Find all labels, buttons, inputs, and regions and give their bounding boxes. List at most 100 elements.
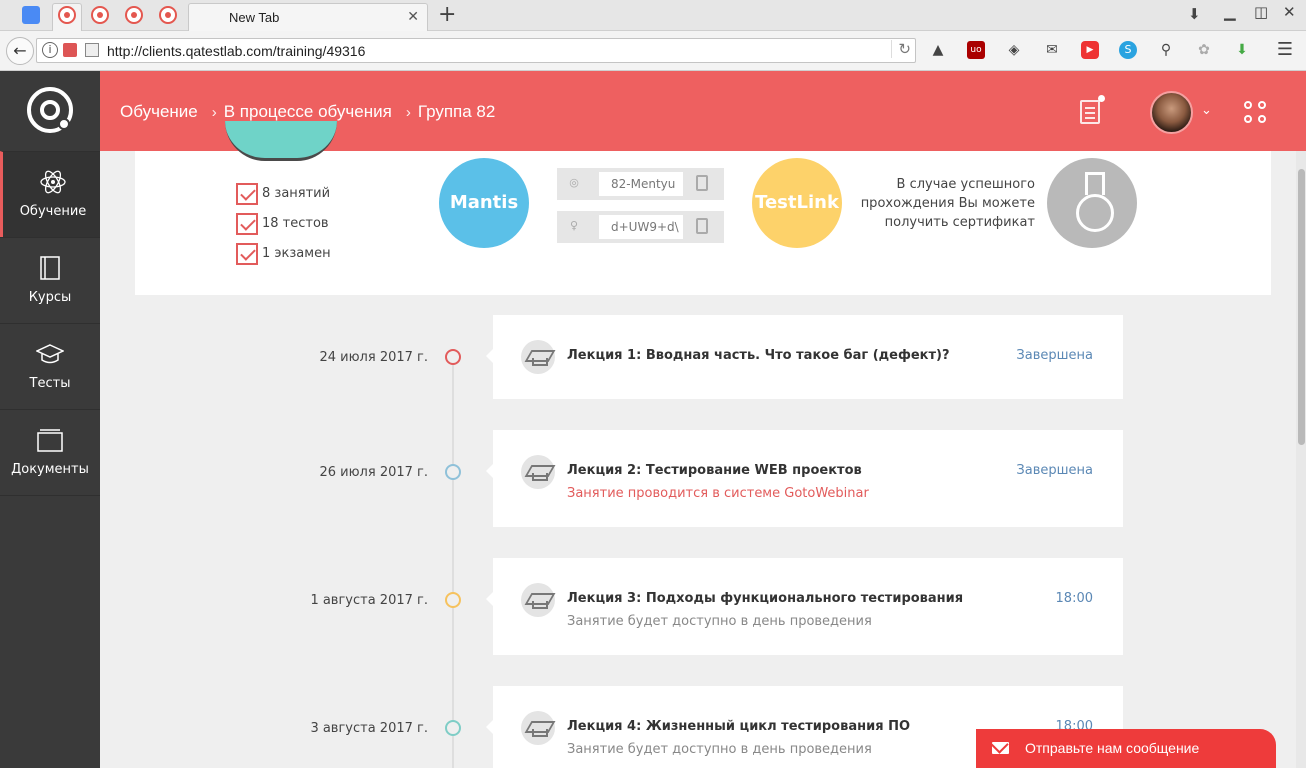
browser-toolbar: ← i http://clients.qatestlab.com/trainin…	[0, 31, 1306, 71]
lecture-title[interactable]: Лекция 4: Жизненный цикл тестирования ПО	[567, 719, 910, 734]
timeline-dot	[445, 592, 461, 608]
timeline-dot	[445, 349, 461, 365]
breadcrumb-item[interactable]: Обучение	[120, 102, 198, 121]
login-field: ◎ 82-Mentyu	[557, 168, 724, 200]
ublock-icon[interactable]: uo	[967, 41, 985, 59]
info-icon[interactable]: i	[42, 42, 58, 58]
certificate-line: В случае успешного	[896, 177, 1035, 192]
certificate-line: прохождения Вы можете	[860, 196, 1035, 211]
lecture-date: 26 июля 2017 г.	[319, 465, 428, 480]
reload-icon[interactable]: ↻	[891, 40, 911, 58]
lecture-status: 18:00	[1055, 591, 1093, 606]
graduation-cap-icon	[521, 455, 555, 489]
envelope-icon	[992, 742, 1009, 754]
search-icon[interactable]: ⚲	[1157, 41, 1175, 59]
browser-tab-new-tab[interactable]: New Tab ✕	[188, 3, 428, 31]
lecture-title[interactable]: Лекция 1: Вводная часть. Что такое баг (…	[567, 348, 950, 363]
login-value[interactable]: 82-Mentyu	[599, 172, 683, 196]
skype-icon[interactable]: S	[1119, 41, 1137, 59]
checkbox-icon	[236, 183, 258, 205]
lecture-subtitle: Занятие будет доступно в день проведения	[567, 614, 872, 629]
password-value[interactable]: d+UW9+d\	[599, 215, 683, 239]
lecture-status[interactable]: Завершена	[1016, 463, 1093, 478]
lecture-date: 3 августа 2017 г.	[310, 721, 428, 736]
sidebar-item-label: Обучение	[19, 204, 87, 219]
sidebar-item-courses[interactable]: Курсы	[0, 237, 100, 323]
lecture-card[interactable]: Лекция 3: Подходы функционального тестир…	[486, 558, 1123, 655]
close-tab-icon[interactable]: ✕	[407, 9, 419, 25]
breadcrumb-separator: ›	[405, 104, 411, 121]
book-icon	[40, 256, 60, 280]
notification-dot	[1098, 95, 1105, 102]
timeline-line	[452, 357, 454, 768]
certificate-line: получить сертификат	[884, 215, 1035, 230]
maximize-button[interactable]: ◫	[1254, 3, 1268, 21]
mantis-button[interactable]: Mantis	[439, 158, 529, 248]
breadcrumb-item[interactable]: В процессе обучения	[224, 102, 392, 121]
sidebar-item-documents[interactable]: Документы	[0, 409, 100, 495]
copy-icon[interactable]	[696, 218, 708, 234]
breadcrumb: Обучение › В процессе обучения › Группа 82	[120, 102, 495, 122]
new-tab-button[interactable]: +	[438, 2, 456, 27]
lecture-card[interactable]: Лекция 2: Тестирование WEB проектов Заня…	[486, 430, 1123, 527]
breadcrumb-current: Группа 82	[417, 102, 496, 121]
stat-label: 1 экзамен	[262, 246, 331, 261]
sidebar-item-label: Документы	[11, 462, 89, 477]
timeline-dot	[445, 720, 461, 736]
course-info-card: 8 занятий 18 тестов 1 экзамен Mantis ◎ 8…	[135, 121, 1271, 295]
mail-icon[interactable]: ✉	[1043, 41, 1061, 59]
qatestlab-tab-icon[interactable]	[91, 6, 109, 24]
google-translate-icon[interactable]	[22, 6, 40, 24]
sidebar: Обучение Курсы Тесты Документы	[0, 71, 100, 768]
download-arrow-icon[interactable]: ⬇	[1233, 41, 1251, 59]
sidebar-item-label: Тесты	[29, 376, 71, 391]
stat-label: 18 тестов	[262, 216, 329, 231]
medal-icon	[1047, 158, 1137, 248]
qatestlab-tab-icon[interactable]	[159, 6, 177, 24]
folder-icon	[37, 429, 63, 452]
lecture-status[interactable]: Завершена	[1016, 348, 1093, 363]
graduation-cap-icon	[36, 344, 64, 364]
testlink-button[interactable]: TestLink	[752, 158, 842, 248]
shield-extension-icon[interactable]: ◈	[1005, 41, 1023, 59]
back-button[interactable]: ←	[6, 37, 34, 65]
download-icon[interactable]: ⬇	[1188, 5, 1201, 23]
sidebar-item-tests[interactable]: Тесты	[0, 323, 100, 409]
scrollbar-thumb[interactable]	[1298, 169, 1305, 445]
paw-icon[interactable]: ✿	[1195, 41, 1213, 59]
copy-icon[interactable]	[696, 175, 708, 191]
close-window-button[interactable]: ✕	[1283, 3, 1296, 21]
chevron-down-icon[interactable]: ⌄	[1201, 103, 1212, 118]
sidebar-item-learning[interactable]: Обучение	[0, 151, 100, 237]
address-bar[interactable]: i http://clients.qatestlab.com/training/…	[36, 38, 916, 63]
avatar[interactable]	[1150, 91, 1193, 134]
chat-widget[interactable]: Отправьте нам сообщение	[976, 729, 1276, 768]
atom-icon	[40, 170, 66, 194]
hat-extension-icon[interactable]: ▲	[929, 41, 947, 59]
page-icon	[85, 43, 99, 57]
qatestlab-tab-icon[interactable]	[58, 6, 76, 24]
lecture-title[interactable]: Лекция 3: Подходы функционального тестир…	[567, 591, 963, 606]
scrollbar[interactable]	[1296, 151, 1306, 768]
menu-icon[interactable]: ☰	[1276, 41, 1294, 59]
notifications-icon[interactable]	[1080, 100, 1100, 124]
sidebar-item-label: Курсы	[28, 290, 72, 305]
minimize-button[interactable]: ▁	[1224, 3, 1236, 21]
url-text[interactable]: http://clients.qatestlab.com/training/49…	[107, 43, 365, 59]
breadcrumb-separator: ›	[211, 104, 217, 121]
lecture-date: 24 июля 2017 г.	[319, 350, 428, 365]
browser-tab-bar: New Tab ✕ + ⬇ ▁ ◫ ✕	[0, 0, 1306, 31]
certificate-text: В случае успешного прохождения Вы можете…	[855, 175, 1035, 232]
password-field: ♀ d+UW9+d\	[557, 211, 724, 243]
lecture-date: 1 августа 2017 г.	[310, 593, 428, 608]
blocked-content-icon[interactable]	[63, 43, 77, 57]
lecture-title[interactable]: Лекция 2: Тестирование WEB проектов	[567, 463, 862, 478]
lecture-card[interactable]: Лекция 1: Вводная часть. Что такое баг (…	[486, 315, 1123, 399]
youtube-icon[interactable]: ▶	[1081, 41, 1099, 59]
lecture-subtitle: Занятие проводится в системе GotoWebinar	[567, 486, 869, 501]
key-icon: ♀	[569, 219, 579, 232]
qatestlab-tab-icon[interactable]	[125, 6, 143, 24]
logo[interactable]	[0, 71, 100, 151]
apps-grid-icon[interactable]	[1244, 101, 1266, 123]
logo-dot	[58, 118, 70, 130]
